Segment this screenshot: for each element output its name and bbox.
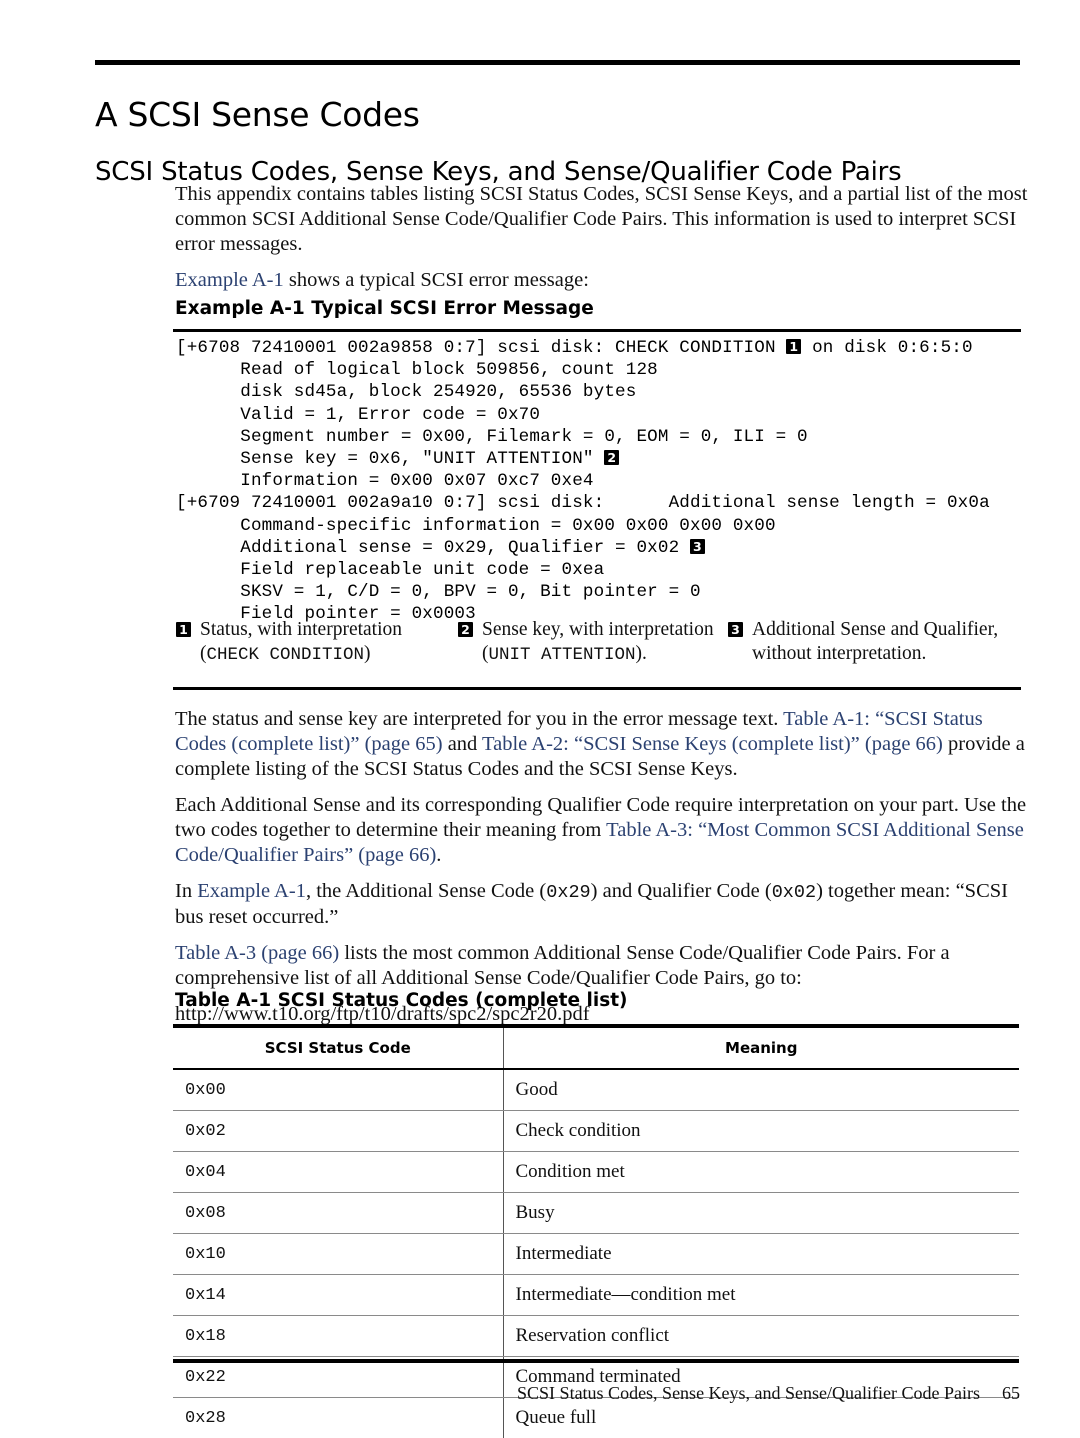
- code-line: Segment number = 0x00, Filemark = 0, EOM…: [176, 426, 808, 447]
- cell-meaning: Check condition: [503, 1110, 1019, 1152]
- cell-status-code: 0x14: [173, 1274, 504, 1316]
- callout-badge-3-legend: 3: [728, 622, 743, 637]
- table-row: 0x10 Intermediate: [173, 1233, 1019, 1275]
- scsi-status-codes-table: SCSI Status Code Meaning 0x00 Good 0x02 …: [173, 1024, 1019, 1438]
- body-p1-text2: and: [442, 733, 483, 755]
- table-bottom-rule: [173, 1359, 1019, 1363]
- body-paragraph-3: In Example A-1, the Additional Sense Cod…: [175, 879, 1030, 930]
- cell-meaning: Condition met: [503, 1151, 1019, 1193]
- intro-paragraph: This appendix contains tables listing SC…: [175, 183, 1028, 255]
- intro-block: This appendix contains tables listing SC…: [175, 182, 1030, 304]
- cell-meaning: Good: [503, 1069, 1019, 1111]
- code-line: [+6708 72410001 002a9858 0:7] scsi disk:…: [176, 338, 973, 358]
- cell-status-code: 0x08: [173, 1192, 504, 1234]
- body-p3-text2: , the Additional Sense Code (: [305, 880, 547, 902]
- table-row: 0x04 Condition met: [173, 1151, 1019, 1193]
- example-bottom-rule: [173, 687, 1021, 690]
- callout-badge-2-legend: 2: [458, 622, 473, 637]
- code-line: Field replaceable unit code = 0xea: [176, 559, 605, 580]
- chapter-top-rule: [95, 60, 1020, 65]
- legend-item: 1 Status, with interpretation (CHECK CON…: [176, 618, 458, 667]
- cell-meaning: Reservation conflict: [503, 1315, 1019, 1357]
- legend-item-text: Additional Sense and Qualifier, without …: [752, 618, 1018, 667]
- body-paragraph-2: Each Additional Sense and its correspond…: [175, 793, 1030, 868]
- cell-status-code: 0x02: [173, 1110, 504, 1152]
- table-row: 0x18 Reservation conflict: [173, 1315, 1019, 1357]
- callout-badge-1-legend: 1: [176, 622, 191, 637]
- body-paragraph-4: Table A-3 (page 66) lists the most commo…: [175, 941, 1030, 991]
- code-line: Additional sense = 0x29, Qualifier = 0x0…: [176, 537, 1026, 559]
- table-a3-page-link[interactable]: Table A-3 (page 66): [175, 942, 339, 964]
- body-paragraph-1: The status and sense key are interpreted…: [175, 707, 1030, 782]
- body-p3-text3: ) and Qualifier Code (: [590, 880, 772, 902]
- code-line: Sense key = 0x6, "UNIT ATTENTION" 2: [176, 448, 1026, 470]
- column-header-status-code: SCSI Status Code: [173, 1026, 504, 1070]
- callout-badge-2: 2: [604, 449, 620, 465]
- page-footer: SCSI Status Codes, Sense Keys, and Sense…: [175, 1383, 1020, 1404]
- code-line: Read of logical block 509856, count 128: [176, 360, 658, 381]
- body-p3-text1: In: [175, 880, 198, 902]
- sense-code-value: 0x29: [546, 882, 591, 903]
- legend-text-mono: UNIT ATTENTION: [488, 644, 636, 665]
- code-line: disk sd45a, block 254920, 65536 bytes: [176, 382, 637, 403]
- cell-status-code: 0x18: [173, 1315, 504, 1357]
- footer-running-head: SCSI Status Codes, Sense Keys, and Sense…: [517, 1383, 980, 1403]
- table-row: 0x02 Check condition: [173, 1110, 1019, 1152]
- cell-meaning: Intermediate: [503, 1233, 1019, 1275]
- legend-text-before: Additional Sense and Qualifier, without …: [752, 619, 999, 664]
- cell-meaning: Intermediate—condition met: [503, 1274, 1019, 1316]
- legend-item-text: Sense key, with interpretation (UNIT ATT…: [482, 618, 728, 667]
- intro-lead-rest: shows a typical SCSI error message:: [283, 269, 589, 291]
- legend-item-text: Status, with interpretation (CHECK CONDI…: [200, 618, 458, 667]
- body-p2-text2: .: [436, 844, 442, 866]
- table-row: 0x08 Busy: [173, 1192, 1019, 1234]
- code-line: Information = 0x00 0x07 0xc7 0xe4: [176, 471, 594, 492]
- table-head: SCSI Status Code Meaning: [173, 1026, 1019, 1070]
- legend-text-after: ): [364, 642, 371, 664]
- qualifier-code-value: 0x02: [771, 882, 817, 903]
- table-caption: Table A-1 SCSI Status Codes (complete li…: [175, 990, 628, 1011]
- example-heading: Example A-1 Typical SCSI Error Message: [175, 298, 594, 319]
- body-block: The status and sense key are interpreted…: [175, 707, 1030, 1038]
- code-line: SKSV = 1, C/D = 0, BPV = 0, Bit pointer …: [176, 582, 701, 603]
- legend-text-mono: CHECK CONDITION: [206, 644, 365, 665]
- example-code-block: [+6708 72410001 002a9858 0:7] scsi disk:…: [176, 337, 1026, 625]
- cell-status-code: 0x04: [173, 1151, 504, 1193]
- cell-status-code: 0x10: [173, 1233, 504, 1275]
- example-top-rule: [173, 329, 1021, 332]
- callout-legend: 1 Status, with interpretation (CHECK CON…: [176, 618, 1026, 667]
- legend-item: 3 Additional Sense and Qualifier, withou…: [728, 618, 1018, 667]
- column-header-meaning: Meaning: [503, 1026, 1019, 1070]
- table-row: 0x00 Good: [173, 1069, 1019, 1111]
- table-header-row: SCSI Status Code Meaning: [173, 1026, 1019, 1070]
- table-a2-link[interactable]: Table A-2: “SCSI Sense Keys (complete li…: [482, 733, 943, 755]
- callout-badge-1: 1: [786, 339, 802, 354]
- legend-item: 2 Sense key, with interpretation (UNIT A…: [458, 618, 728, 667]
- code-line: [+6709 72410001 002a9a10 0:7] scsi disk:…: [176, 493, 990, 514]
- cell-status-code: 0x00: [173, 1069, 504, 1111]
- example-a1-link-2[interactable]: Example A-1: [197, 880, 306, 902]
- example-a1-link[interactable]: Example A-1: [175, 269, 284, 291]
- chapter-title: A SCSI Sense Codes: [95, 95, 420, 135]
- cell-meaning: Busy: [503, 1192, 1019, 1234]
- code-line: Valid = 1, Error code = 0x70: [176, 404, 541, 425]
- callout-badge-3: 3: [689, 538, 705, 554]
- footer-page-number: 65: [1002, 1383, 1020, 1403]
- intro-lead-paragraph: Example A-1 shows a typical SCSI error m…: [175, 268, 1030, 293]
- body-p1-text1: The status and sense key are interpreted…: [175, 708, 784, 730]
- code-line: Command-specific information = 0x00 0x00…: [176, 515, 776, 536]
- table-row: 0x14 Intermediate—condition met: [173, 1274, 1019, 1316]
- document-page: A SCSI Sense Codes SCSI Status Codes, Se…: [0, 0, 1080, 1438]
- legend-text-after: ).: [635, 642, 647, 664]
